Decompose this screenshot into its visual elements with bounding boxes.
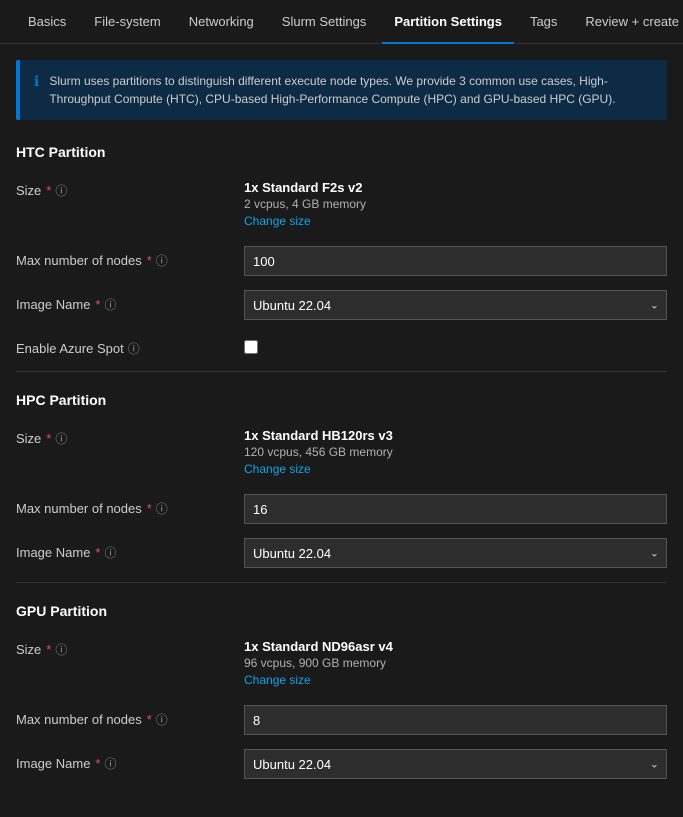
nav-partition[interactable]: Partition Settings bbox=[382, 0, 514, 44]
nav-basics[interactable]: Basics bbox=[16, 0, 78, 44]
hpc-section: HPC Partition Size * ⓘ 1x Standard HB120… bbox=[16, 392, 667, 568]
nav-networking[interactable]: Networking bbox=[177, 0, 266, 44]
htc-image-label: Image Name * ⓘ bbox=[16, 290, 236, 313]
htc-spot-info-icon[interactable]: ⓘ bbox=[128, 340, 140, 357]
hpc-gpu-divider bbox=[16, 582, 667, 583]
hpc-header: HPC Partition bbox=[16, 392, 667, 408]
htc-size-info-icon[interactable]: ⓘ bbox=[55, 182, 67, 199]
gpu-image-label: Image Name * ⓘ bbox=[16, 749, 236, 772]
hpc-max-nodes-label: Max number of nodes * ⓘ bbox=[16, 494, 236, 517]
htc-change-size-link[interactable]: Change size bbox=[244, 214, 667, 228]
htc-max-nodes-input[interactable] bbox=[244, 246, 667, 276]
htc-max-nodes-control bbox=[244, 246, 667, 276]
hpc-size-display: 1x Standard HB120rs v3 120 vcpus, 456 GB… bbox=[244, 424, 667, 480]
htc-spot-row: Enable Azure Spot ⓘ bbox=[16, 334, 667, 357]
info-icon: ℹ bbox=[34, 73, 39, 90]
info-banner: ℹ Slurm uses partitions to distinguish d… bbox=[16, 60, 667, 120]
gpu-max-nodes-row: Max number of nodes * ⓘ bbox=[16, 705, 667, 735]
htc-spot-control bbox=[244, 334, 667, 357]
gpu-size-required: * bbox=[46, 642, 51, 657]
hpc-size-row: Size * ⓘ 1x Standard HB120rs v3 120 vcpu… bbox=[16, 424, 667, 480]
hpc-max-nodes-required: * bbox=[147, 501, 152, 516]
htc-max-nodes-label: Max number of nodes * ⓘ bbox=[16, 246, 236, 269]
htc-image-select[interactable]: Ubuntu 22.04 bbox=[244, 290, 667, 320]
hpc-image-select[interactable]: Ubuntu 22.04 bbox=[244, 538, 667, 568]
gpu-max-nodes-input[interactable] bbox=[244, 705, 667, 735]
gpu-max-nodes-control bbox=[244, 705, 667, 735]
htc-spot-label: Enable Azure Spot ⓘ bbox=[16, 334, 236, 357]
gpu-image-select-wrapper: Ubuntu 22.04 ⌄ bbox=[244, 749, 667, 779]
nav-tags[interactable]: Tags bbox=[518, 0, 569, 44]
hpc-max-nodes-info-icon[interactable]: ⓘ bbox=[156, 500, 168, 517]
hpc-max-nodes-input[interactable] bbox=[244, 494, 667, 524]
htc-image-row: Image Name * ⓘ Ubuntu 22.04 ⌄ bbox=[16, 290, 667, 320]
htc-max-nodes-required: * bbox=[147, 253, 152, 268]
hpc-image-control: Ubuntu 22.04 ⌄ bbox=[244, 538, 667, 568]
htc-section: HTC Partition Size * ⓘ 1x Standard F2s v… bbox=[16, 144, 667, 357]
htc-size-required: * bbox=[46, 183, 51, 198]
hpc-image-value: Ubuntu 22.04 bbox=[253, 546, 331, 561]
hpc-size-label: Size * ⓘ bbox=[16, 424, 236, 447]
gpu-header: GPU Partition bbox=[16, 603, 667, 619]
htc-header: HTC Partition bbox=[16, 144, 667, 160]
htc-image-value: Ubuntu 22.04 bbox=[253, 298, 331, 313]
gpu-section: GPU Partition Size * ⓘ 1x Standard ND96a… bbox=[16, 603, 667, 779]
gpu-image-row: Image Name * ⓘ Ubuntu 22.04 ⌄ bbox=[16, 749, 667, 779]
hpc-max-nodes-control bbox=[244, 494, 667, 524]
hpc-vm-name: 1x Standard HB120rs v3 bbox=[244, 428, 667, 443]
gpu-image-info-icon[interactable]: ⓘ bbox=[104, 755, 116, 772]
htc-max-nodes-info-icon[interactable]: ⓘ bbox=[156, 252, 168, 269]
hpc-image-row: Image Name * ⓘ Ubuntu 22.04 ⌄ bbox=[16, 538, 667, 568]
htc-vm-name: 1x Standard F2s v2 bbox=[244, 180, 667, 195]
htc-spot-checkbox[interactable] bbox=[244, 340, 258, 354]
gpu-change-size-link[interactable]: Change size bbox=[244, 673, 667, 687]
htc-image-required: * bbox=[95, 297, 100, 312]
htc-max-nodes-row: Max number of nodes * ⓘ bbox=[16, 246, 667, 276]
gpu-max-nodes-label: Max number of nodes * ⓘ bbox=[16, 705, 236, 728]
gpu-max-nodes-required: * bbox=[147, 712, 152, 727]
hpc-size-required: * bbox=[46, 431, 51, 446]
gpu-image-required: * bbox=[95, 756, 100, 771]
gpu-size-display: 1x Standard ND96asr v4 96 vcpus, 900 GB … bbox=[244, 635, 667, 691]
gpu-size-info-icon[interactable]: ⓘ bbox=[55, 641, 67, 658]
nav-review[interactable]: Review + create bbox=[573, 0, 683, 44]
nav-filesystem[interactable]: File-system bbox=[82, 0, 172, 44]
htc-vm-detail: 2 vcpus, 4 GB memory bbox=[244, 197, 667, 211]
hpc-change-size-link[interactable]: Change size bbox=[244, 462, 667, 476]
main-content: HTC Partition Size * ⓘ 1x Standard F2s v… bbox=[0, 144, 683, 817]
htc-size-display: 1x Standard F2s v2 2 vcpus, 4 GB memory … bbox=[244, 176, 667, 232]
info-banner-text: Slurm uses partitions to distinguish dif… bbox=[49, 72, 653, 108]
gpu-image-control: Ubuntu 22.04 ⌄ bbox=[244, 749, 667, 779]
gpu-vm-name: 1x Standard ND96asr v4 bbox=[244, 639, 667, 654]
hpc-vm-detail: 120 vcpus, 456 GB memory bbox=[244, 445, 667, 459]
gpu-image-select[interactable]: Ubuntu 22.04 bbox=[244, 749, 667, 779]
top-nav: Basics File-system Networking Slurm Sett… bbox=[0, 0, 683, 44]
htc-size-row: Size * ⓘ 1x Standard F2s v2 2 vcpus, 4 G… bbox=[16, 176, 667, 232]
gpu-image-value: Ubuntu 22.04 bbox=[253, 757, 331, 772]
hpc-image-label: Image Name * ⓘ bbox=[16, 538, 236, 561]
htc-image-select-wrapper: Ubuntu 22.04 ⌄ bbox=[244, 290, 667, 320]
htc-image-info-icon[interactable]: ⓘ bbox=[104, 296, 116, 313]
hpc-max-nodes-row: Max number of nodes * ⓘ bbox=[16, 494, 667, 524]
htc-hpc-divider bbox=[16, 371, 667, 372]
hpc-image-select-wrapper: Ubuntu 22.04 ⌄ bbox=[244, 538, 667, 568]
htc-size-label: Size * ⓘ bbox=[16, 176, 236, 199]
htc-image-control: Ubuntu 22.04 ⌄ bbox=[244, 290, 667, 320]
gpu-max-nodes-info-icon[interactable]: ⓘ bbox=[156, 711, 168, 728]
nav-slurm[interactable]: Slurm Settings bbox=[270, 0, 379, 44]
gpu-size-row: Size * ⓘ 1x Standard ND96asr v4 96 vcpus… bbox=[16, 635, 667, 691]
hpc-size-info-icon[interactable]: ⓘ bbox=[55, 430, 67, 447]
hpc-image-info-icon[interactable]: ⓘ bbox=[104, 544, 116, 561]
gpu-vm-detail: 96 vcpus, 900 GB memory bbox=[244, 656, 667, 670]
gpu-size-label: Size * ⓘ bbox=[16, 635, 236, 658]
hpc-image-required: * bbox=[95, 545, 100, 560]
